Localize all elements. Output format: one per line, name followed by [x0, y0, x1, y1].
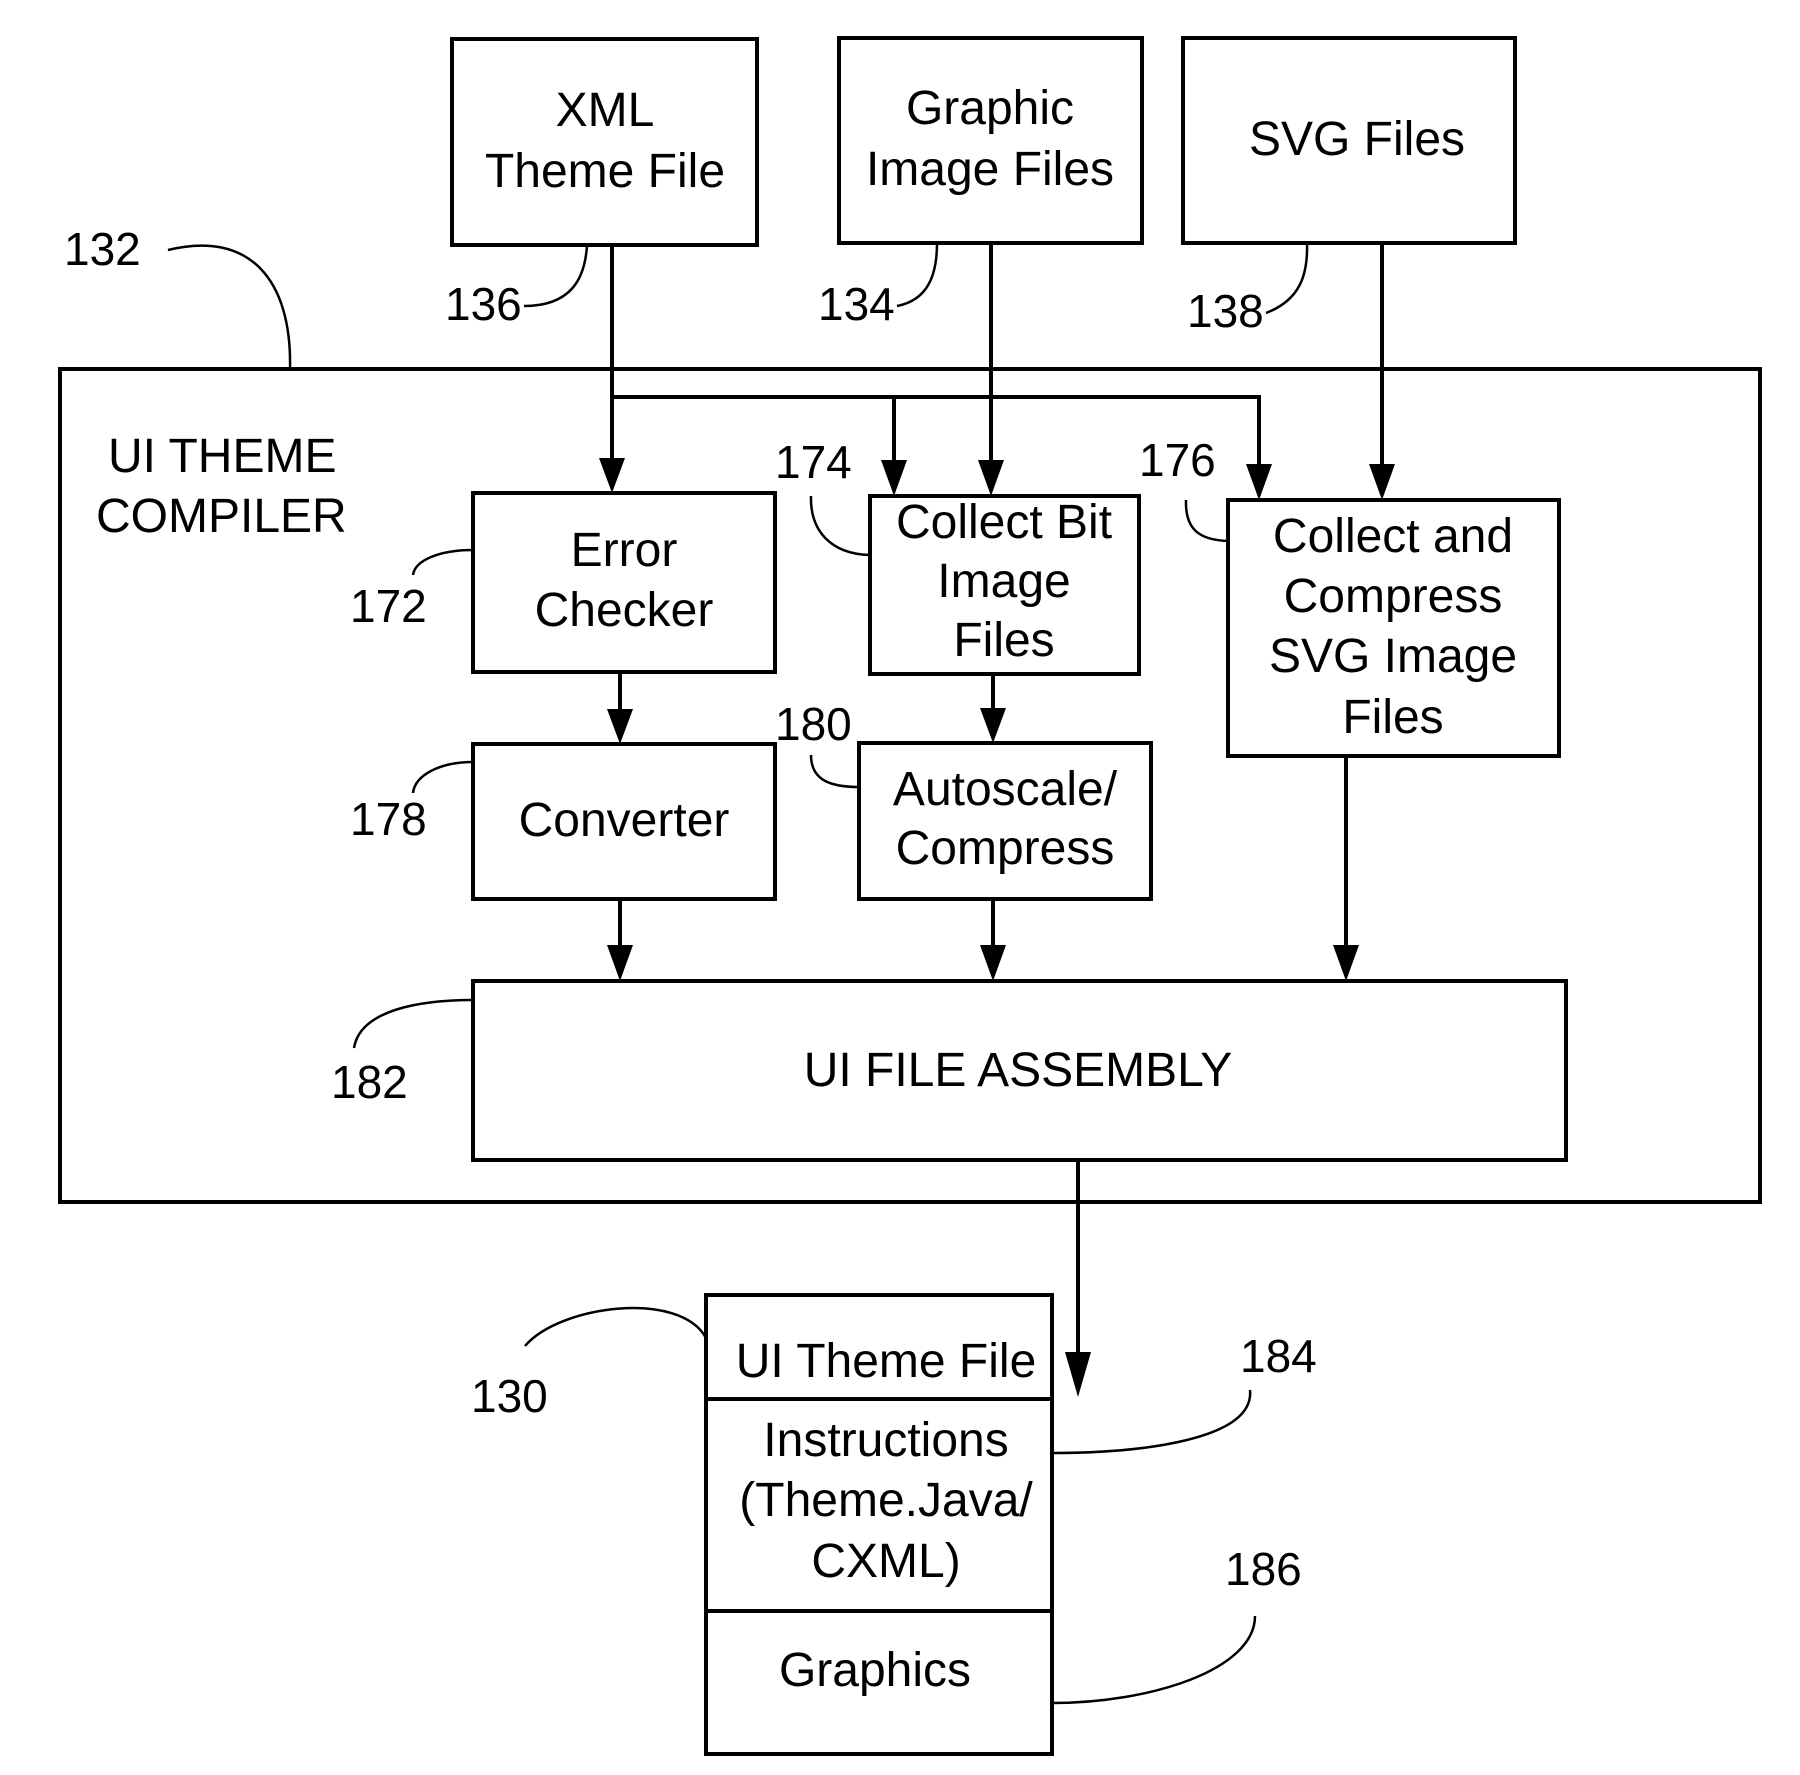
converter-label: Converter: [519, 794, 730, 847]
graphic-image-files-label-1: Graphic: [906, 82, 1074, 135]
graphic-image-files-label-2: Image Files: [866, 143, 1114, 196]
collect-compress-svg-block: Collect and Compress SVG Image Files: [1226, 498, 1561, 758]
ref-136: 136: [445, 278, 522, 330]
compiler-title-line-2: COMPILER: [96, 490, 347, 543]
leader-138: [1265, 242, 1309, 315]
error-checker-label-2: Checker: [535, 584, 714, 637]
ui-theme-file-stack: UI Theme File Instructions (Theme.Java/ …: [704, 1293, 1054, 1756]
leader-132: [167, 244, 292, 370]
leader-130: [524, 1306, 708, 1347]
ui-file-assembly-label: UI FILE ASSEMBLY: [804, 1044, 1233, 1097]
ref-134: 134: [818, 278, 895, 330]
autoscale-compress-block: Autoscale/ Compress: [857, 741, 1153, 901]
autoscale-label-1: Autoscale/: [893, 763, 1118, 816]
xml-theme-file-box: XML Theme File: [450, 37, 759, 247]
svg-files-box: SVG Files: [1181, 36, 1517, 245]
ref-138: 138: [1187, 285, 1264, 337]
ref-184: 184: [1240, 1330, 1317, 1382]
error-checker-label-1: Error: [571, 524, 678, 577]
leader-136: [523, 244, 589, 308]
collect-svg-label-4: Files: [1342, 691, 1443, 744]
compiler-title-line-1: UI THEME: [108, 430, 336, 483]
ref-182: 182: [331, 1056, 408, 1108]
ref-132: 132: [64, 223, 141, 275]
xml-theme-file-label-1: XML: [556, 84, 655, 137]
instructions-label-1: Instructions: [763, 1414, 1008, 1467]
instructions-label-3: CXML): [811, 1535, 960, 1588]
ref-186: 186: [1225, 1543, 1302, 1595]
collect-svg-label-3: SVG Image: [1269, 630, 1517, 683]
ref-176: 176: [1139, 434, 1216, 486]
graphic-image-files-box: Graphic Image Files: [837, 36, 1144, 245]
ui-file-assembly-block: UI FILE ASSEMBLY: [471, 979, 1568, 1162]
arrowhead-output: [1065, 1352, 1091, 1397]
collect-bit-label-2: Image: [937, 555, 1070, 608]
ui-theme-compiler-diagram: XML Theme File Graphic Image Files SVG F…: [58, 36, 1762, 1756]
ref-130: 130: [471, 1370, 548, 1422]
xml-theme-file-label-2: Theme File: [485, 145, 725, 198]
leader-186: [1051, 1615, 1257, 1705]
collect-svg-label-1: Collect and: [1273, 510, 1513, 563]
collect-svg-label-2: Compress: [1284, 570, 1503, 623]
ui-theme-file-label: UI Theme File: [736, 1335, 1037, 1388]
ref-178: 178: [350, 793, 427, 845]
collect-bit-label-1: Collect Bit: [896, 496, 1112, 549]
collect-bit-label-3: Files: [953, 614, 1054, 667]
error-checker-block: Error Checker: [471, 491, 777, 674]
converter-block: Converter: [471, 742, 777, 901]
svg-files-label: SVG Files: [1249, 113, 1465, 166]
graphics-label: Graphics: [779, 1644, 971, 1697]
ref-180: 180: [775, 698, 852, 750]
collect-bit-image-files-block: Collect Bit Image Files: [868, 494, 1141, 676]
leader-134: [896, 242, 939, 308]
autoscale-label-2: Compress: [896, 822, 1115, 875]
ref-174: 174: [775, 436, 852, 488]
leader-184: [1051, 1389, 1252, 1455]
ref-172: 172: [350, 580, 427, 632]
instructions-label-2: (Theme.Java/: [739, 1474, 1033, 1527]
